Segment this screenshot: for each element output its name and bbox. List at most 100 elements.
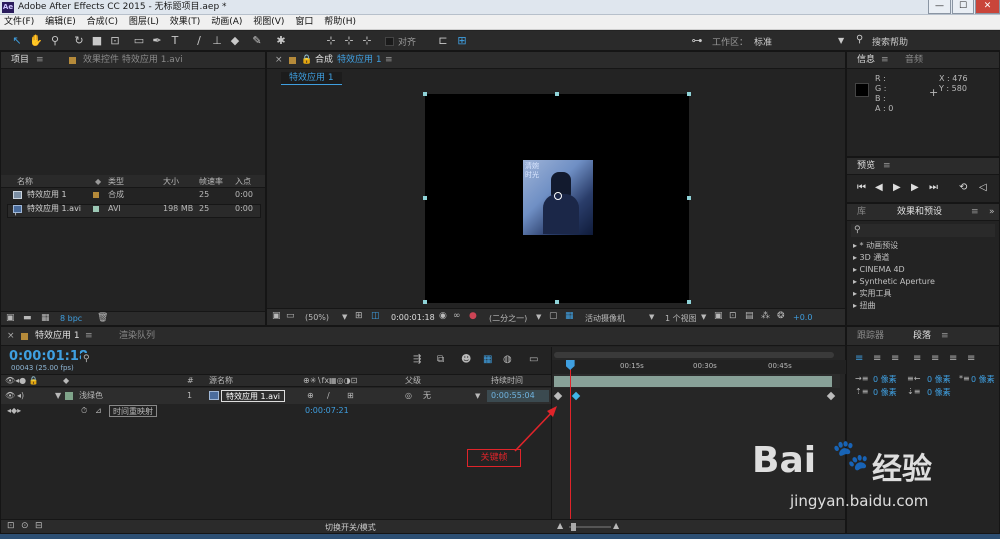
workspace-dropdown-icon[interactable]: ▼ [838, 36, 844, 45]
workspace-select[interactable]: 标准 [754, 35, 772, 48]
table-row[interactable]: 👁 ◂) ▼ 浅绿色 1 特效应用 1.avi ⊕ ∕ ⊞ ◎ 无 ▼ 0:00… [1, 388, 551, 404]
tab-library[interactable]: 库 [857, 204, 866, 221]
snap-option-icon[interactable]: ⊏ [436, 34, 450, 48]
layer-switches-icon[interactable]: ⊡ [7, 521, 15, 531]
tab-render-queue[interactable]: 渲染队列 [119, 327, 155, 346]
transform-handle[interactable] [555, 300, 559, 304]
col-in[interactable]: 入点 [235, 175, 251, 188]
transform-handle[interactable] [423, 92, 427, 96]
time-ruler[interactable]: 00:15s 00:30s 00:45s [552, 360, 846, 374]
pan-behind-tool-icon[interactable]: ⊡ [108, 34, 122, 48]
list-item[interactable]: ▸ * 动画预设 [853, 240, 898, 252]
rectangle-tool-icon[interactable]: ▭ [132, 34, 146, 48]
puppet-tool-icon[interactable]: ✱ [274, 34, 288, 48]
loop-icon[interactable]: ⟲ [959, 182, 967, 193]
viewer-area[interactable]: 清婉 时光 [267, 88, 845, 304]
panel-menu-icon[interactable]: ≡ [883, 158, 891, 175]
first-line-value[interactable]: 0 像素 [971, 374, 995, 385]
keyframe[interactable] [571, 391, 581, 401]
timing-icon[interactable]: ⊟ [35, 521, 43, 531]
property-value[interactable]: 0:00:07:21 [305, 404, 349, 418]
panel-menu-icon[interactable]: ≡ [941, 327, 949, 346]
justify-center-icon[interactable]: ≡ [931, 353, 939, 364]
toggle-switches-modes-button[interactable]: 切换开关/模式 [325, 522, 376, 533]
help-search-input[interactable]: 搜索帮助 [872, 35, 908, 48]
work-area-bar[interactable] [554, 352, 834, 358]
playhead[interactable] [569, 360, 571, 533]
space-before-value[interactable]: 0 像素 [873, 387, 897, 398]
zoom-out-icon[interactable]: ▲ [557, 521, 563, 530]
close-button[interactable]: ✕ [975, 0, 1000, 14]
interpret-footage-icon[interactable]: ▣ [6, 313, 15, 323]
col-type[interactable]: 类型 [108, 175, 124, 188]
selection-tool-icon[interactable]: ↖ [10, 34, 24, 48]
justify-left-icon[interactable]: ≡ [913, 353, 921, 364]
label-color-icon[interactable] [65, 392, 73, 400]
timeline-timecode[interactable]: 0:00:01:18 [9, 349, 88, 364]
transform-handle[interactable] [555, 92, 559, 96]
expand-icon[interactable]: ▼ [55, 388, 61, 404]
list-item[interactable]: ▸ 3D 通道 [853, 252, 889, 264]
toggle-pixel-aspect-icon[interactable]: ▣ [714, 311, 723, 321]
shy-switch-icon[interactable]: ⊕ [307, 388, 314, 404]
tab-composition[interactable]: 特效应用 1 [337, 52, 382, 69]
first-frame-icon[interactable]: ⏮ [857, 182, 866, 193]
trash-icon[interactable]: 🗑 [97, 313, 108, 323]
previous-frame-icon[interactable]: ◀ [875, 182, 883, 193]
hand-tool-icon[interactable]: ✋ [29, 34, 43, 48]
fast-previews-icon[interactable]: ⊡ [729, 311, 737, 321]
keyframe[interactable] [553, 391, 563, 401]
view-layout-select[interactable]: 1 个视图 [665, 313, 697, 324]
close-tab-icon[interactable]: × [7, 327, 15, 346]
world-axis-icon[interactable]: ⊹ [342, 34, 356, 48]
rotate-tool-icon[interactable]: ↻ [72, 34, 86, 48]
dropdown-icon[interactable]: ▼ [342, 313, 347, 321]
eraser-tool-icon[interactable]: ◆ [228, 34, 242, 48]
panel-menu-icon[interactable]: ≡ [971, 204, 979, 221]
menu-edit[interactable]: 编辑(E) [41, 15, 80, 30]
snap-grid-icon[interactable]: ⊞ [455, 34, 469, 48]
tab-effect-controls[interactable]: 效果控件 特效应用 1.avi [83, 52, 183, 69]
align-left-icon[interactable]: ≡ [855, 353, 863, 364]
panel-menu-icon[interactable]: ≡ [36, 52, 44, 69]
region-of-interest-icon[interactable]: ▢ [549, 311, 558, 321]
mute-icon[interactable]: ◁ [979, 182, 987, 193]
menu-file[interactable]: 文件(F) [0, 15, 38, 30]
col-name[interactable]: 名称 [17, 175, 33, 188]
timeline-search-input[interactable]: ⚲ [81, 353, 201, 366]
tab-timeline[interactable]: 特效应用 1 [35, 327, 80, 346]
clone-stamp-tool-icon[interactable]: ⊥ [210, 34, 224, 48]
anchor-point-icon[interactable] [554, 192, 562, 200]
draft-3d-icon[interactable]: ⧉ [437, 354, 444, 365]
exposure-reset-icon[interactable]: ❂ [777, 311, 785, 321]
align-right-icon[interactable]: ≡ [891, 353, 899, 364]
audio-icon[interactable]: ◂) [17, 388, 24, 404]
dropdown-icon[interactable]: ▼ [475, 388, 480, 404]
comp-subtab[interactable]: 特效应用 1 [281, 72, 342, 85]
timeline-icon[interactable]: ▤ [745, 311, 754, 321]
layer-source-name[interactable]: 特效应用 1.avi [221, 390, 286, 402]
dropdown-icon[interactable]: ▼ [536, 313, 541, 321]
justify-all-icon[interactable]: ≡ [967, 353, 975, 364]
safe-area-icon[interactable]: ⊞ [355, 311, 363, 321]
transform-handle[interactable] [423, 300, 427, 304]
keyframe[interactable] [826, 391, 836, 401]
tab-effects-presets[interactable]: 效果和预设 [897, 204, 942, 221]
show-snapshot-icon[interactable]: ∞ [453, 311, 461, 321]
tab-preview[interactable]: 预览 [857, 158, 875, 175]
layer-duration-bar[interactable] [554, 376, 832, 387]
comp-mini-flowchart-icon[interactable]: ⇶ [413, 354, 421, 365]
list-item[interactable]: ▸ Synthetic Aperture [853, 276, 935, 288]
list-item[interactable]: ▸ 扭曲 [853, 300, 876, 312]
tab-info[interactable]: 信息 [857, 52, 875, 69]
type-tool-icon[interactable]: T [168, 34, 182, 48]
tab-paragraph[interactable]: 段落 [913, 327, 931, 346]
view-axis-icon[interactable]: ⊹ [360, 34, 374, 48]
parent-pick-whip-icon[interactable]: ◎ [405, 388, 412, 404]
frame-blending-icon[interactable]: ▦ [483, 354, 492, 365]
shy-icon[interactable]: ☻ [461, 354, 471, 365]
graph-editor-icon[interactable]: ▭ [529, 354, 538, 365]
stopwatch-icon[interactable]: ⏱ [81, 404, 87, 418]
next-frame-icon[interactable]: ▶ [911, 182, 919, 193]
vr-icon[interactable]: ⊶ [690, 34, 704, 48]
